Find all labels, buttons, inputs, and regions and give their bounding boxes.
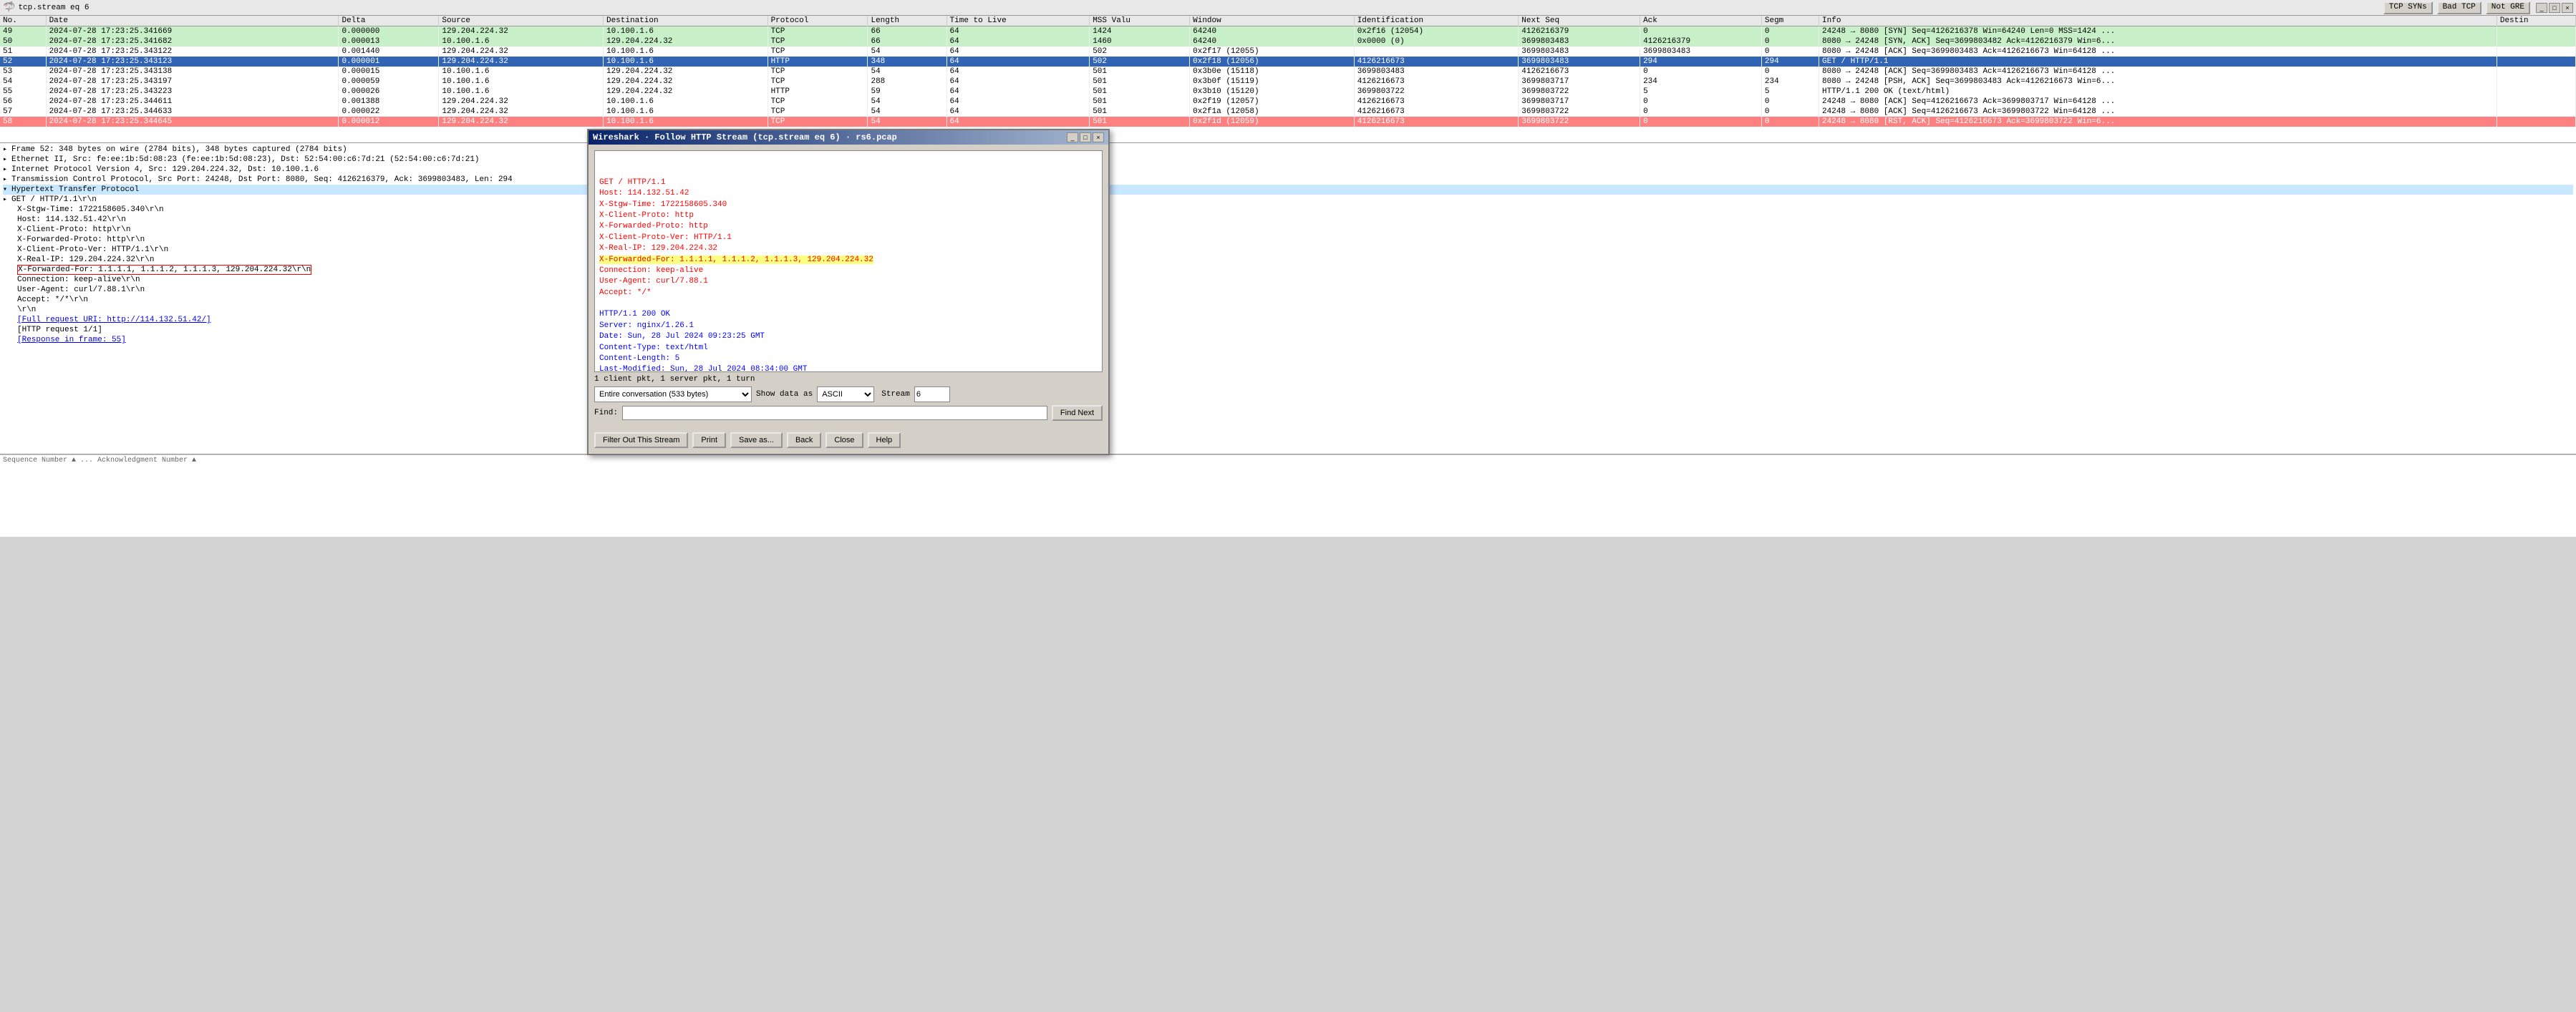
- table-row[interactable]: 562024-07-28 17:23:25.3446110.001388129.…: [0, 97, 2576, 107]
- packet-table: No. Date Delta Source Destination Protoc…: [0, 16, 2576, 127]
- detail-line: X-Stgw-Time: 1722158605.340\r\n: [3, 205, 2573, 215]
- detail-link[interactable]: [Full request URI: http://114.132.51.42/…: [17, 316, 211, 324]
- packet-table-container: No. Date Delta Source Destination Protoc…: [0, 16, 2576, 143]
- window-title: tcp.stream eq 6: [18, 4, 89, 12]
- col-delta: Delta: [339, 16, 439, 26]
- detail-line[interactable]: Hypertext Transfer Protocol: [3, 185, 2573, 195]
- table-header-row: No. Date Delta Source Destination Protoc…: [0, 16, 2576, 26]
- print-btn[interactable]: Print: [692, 432, 726, 448]
- dialog-close-btn[interactable]: ×: [1093, 132, 1104, 142]
- bad-tcp-btn[interactable]: Bad TCP: [2437, 1, 2481, 14]
- detail-line[interactable]: Transmission Control Protocol, Src Port:…: [3, 175, 2573, 185]
- table-row[interactable]: 552024-07-28 17:23:25.3432230.00002610.1…: [0, 87, 2576, 97]
- help-btn[interactable]: Help: [868, 432, 901, 448]
- follow-http-dialog: Wireshark · Follow HTTP Stream (tcp.stre…: [587, 129, 1110, 455]
- packet-tbody: 492024-07-28 17:23:25.3416690.000000129.…: [0, 26, 2576, 127]
- detail-line: X-Forwarded-Proto: http\r\n: [3, 235, 2573, 245]
- stream-label: Stream: [881, 390, 910, 399]
- detail-line: X-Forwarded-For: 1.1.1.1, 1.1.1.2, 1.1.1…: [3, 265, 2573, 275]
- col-window: Window: [1190, 16, 1355, 26]
- detail-line[interactable]: GET / HTTP/1.1\r\n: [3, 195, 2573, 205]
- table-row[interactable]: 492024-07-28 17:23:25.3416690.000000129.…: [0, 26, 2576, 37]
- tcp-syns-btn[interactable]: TCP SYNs: [2383, 1, 2433, 14]
- show-data-label: Show data as: [756, 390, 813, 399]
- dialog-title-bar: Wireshark · Follow HTTP Stream (tcp.stre…: [589, 130, 1108, 145]
- dialog-maximize-btn[interactable]: □: [1080, 132, 1091, 142]
- col-mss: MSS Valu: [1090, 16, 1190, 26]
- detail-line: X-Client-Proto-Ver: HTTP/1.1\r\n: [3, 245, 2573, 255]
- detail-line[interactable]: Ethernet II, Src: fe:ee:1b:5d:08:23 (fe:…: [3, 155, 2573, 165]
- minimize-btn[interactable]: _: [2536, 3, 2547, 13]
- detail-panel: Frame 52: 348 bytes on wire (2784 bits),…: [0, 143, 2576, 454]
- col-segm: Segm: [1761, 16, 1819, 26]
- detail-link[interactable]: [Response in frame: 55]: [17, 336, 126, 344]
- col-destination: Destination: [603, 16, 768, 26]
- not-gre-btn[interactable]: Not GRE: [2486, 1, 2530, 14]
- col-id: Identification: [1354, 16, 1519, 26]
- col-source: Source: [439, 16, 604, 26]
- hex-label: Sequence Number ▲ ... Acknowledgment Num…: [3, 457, 2573, 464]
- col-ttl: Time to Live: [946, 16, 1090, 26]
- detail-line: [Response in frame: 55]: [3, 335, 2573, 345]
- detail-line: \r\n: [3, 305, 2573, 315]
- detail-line: User-Agent: curl/7.88.1\r\n: [3, 285, 2573, 295]
- title-bar: 🦈 tcp.stream eq 6 TCP SYNs Bad TCP Not G…: [0, 0, 2576, 16]
- col-date: Date: [46, 16, 339, 26]
- back-btn[interactable]: Back: [787, 432, 821, 448]
- table-row[interactable]: 502024-07-28 17:23:25.3416820.00001310.1…: [0, 37, 2576, 47]
- conversation-select[interactable]: Entire conversation (533 bytes): [594, 386, 752, 402]
- summary-text: 1 client pkt, 1 server pkt, 1 turn: [594, 375, 755, 384]
- detail-line: Connection: keep-alive\r\n: [3, 275, 2573, 285]
- col-protocol: Protocol: [768, 16, 868, 26]
- save-as-btn[interactable]: Save as...: [730, 432, 783, 448]
- table-row[interactable]: 512024-07-28 17:23:25.3431220.001440129.…: [0, 47, 2576, 57]
- dialog-footer: Filter Out This Stream Print Save as... …: [589, 429, 1108, 454]
- detail-line: Host: 114.132.51.42\r\n: [3, 215, 2573, 225]
- detail-line: [Full request URI: http://114.132.51.42/…: [3, 315, 2573, 325]
- http-request-text: GET / HTTP/1.1 Host: 114.132.51.42 X-Stg…: [599, 177, 1098, 298]
- hex-panel: Sequence Number ▲ ... Acknowledgment Num…: [0, 454, 2576, 537]
- find-next-button[interactable]: Find Next: [1052, 405, 1103, 421]
- find-input[interactable]: [622, 406, 1047, 420]
- col-nextseq: Next Seq: [1519, 16, 1640, 26]
- detail-line: Accept: */*\r\n: [3, 295, 2573, 305]
- col-destin: Destin: [2497, 16, 2575, 26]
- col-length: Length: [868, 16, 946, 26]
- boxed-value: X-Forwarded-For: 1.1.1.1, 1.1.1.2, 1.1.1…: [17, 265, 311, 275]
- dialog-minimize-btn[interactable]: _: [1067, 132, 1078, 142]
- table-row[interactable]: 582024-07-28 17:23:25.3446450.000012129.…: [0, 117, 2576, 127]
- detail-line[interactable]: Frame 52: 348 bytes on wire (2784 bits),…: [3, 145, 2573, 155]
- app-icon: 🦈: [3, 1, 15, 14]
- find-label: Find:: [594, 409, 618, 417]
- dialog-controls-row: Entire conversation (533 bytes) Show dat…: [594, 386, 1103, 402]
- detail-line[interactable]: Internet Protocol Version 4, Src: 129.20…: [3, 165, 2573, 175]
- table-row[interactable]: 542024-07-28 17:23:25.3431970.00005910.1…: [0, 77, 2576, 87]
- maximize-btn[interactable]: □: [2549, 3, 2560, 13]
- filter-out-btn[interactable]: Filter Out This Stream: [594, 432, 688, 448]
- detail-line: X-Real-IP: 129.204.224.32\r\n: [3, 255, 2573, 265]
- detail-line: [HTTP request 1/1]: [3, 325, 2573, 335]
- http-stream-text-area[interactable]: GET / HTTP/1.1 Host: 114.132.51.42 X-Stg…: [594, 150, 1103, 372]
- close-btn[interactable]: ×: [2562, 3, 2573, 13]
- table-row[interactable]: 572024-07-28 17:23:25.3446330.000022129.…: [0, 107, 2576, 117]
- table-row[interactable]: 532024-07-28 17:23:25.3431380.00001510.1…: [0, 67, 2576, 77]
- col-ack: Ack: [1640, 16, 1762, 26]
- find-row: Find: Find Next: [594, 405, 1103, 421]
- dialog-body: GET / HTTP/1.1 Host: 114.132.51.42 X-Stg…: [589, 145, 1108, 429]
- table-row[interactable]: 522024-07-28 17:23:25.3431230.000001129.…: [0, 57, 2576, 67]
- dialog-title-text: Wireshark · Follow HTTP Stream (tcp.stre…: [593, 132, 897, 142]
- col-no: No.: [0, 16, 46, 26]
- dialog-summary-row: 1 client pkt, 1 server pkt, 1 turn: [594, 375, 1103, 384]
- col-info: Info: [1819, 16, 2497, 26]
- stream-number-input[interactable]: [914, 386, 950, 402]
- show-data-select[interactable]: ASCII: [817, 386, 874, 402]
- close-dialog-btn[interactable]: Close: [825, 432, 863, 448]
- http-response-text: HTTP/1.1 200 OK Server: nginx/1.26.1 Dat…: [599, 309, 1098, 372]
- detail-line: X-Client-Proto: http\r\n: [3, 225, 2573, 235]
